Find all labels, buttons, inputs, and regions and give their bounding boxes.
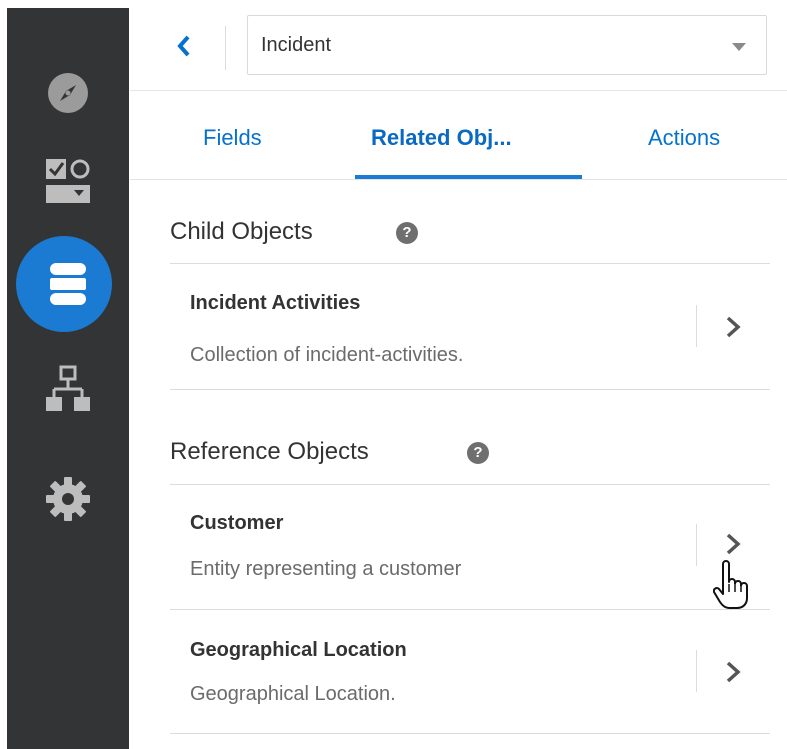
chevron-left-icon (177, 35, 190, 57)
list-item-customer[interactable]: Customer Entity representing a customer (170, 490, 770, 610)
list-item-description: Geographical Location. (190, 683, 396, 705)
tabs-divider (130, 179, 787, 180)
list-item-description: Entity representing a customer (190, 558, 462, 580)
side-navigation-rail (7, 8, 129, 749)
list-item-title: Geographical Location (190, 639, 407, 661)
tab-actions[interactable]: Actions (648, 125, 720, 151)
row-bottom-divider (170, 389, 770, 390)
object-select[interactable]: Incident (247, 15, 767, 75)
row-divider (696, 305, 697, 347)
reference-objects-heading: Reference Objects (170, 438, 369, 465)
child-objects-heading: Child Objects (170, 218, 313, 245)
tab-fields[interactable]: Fields (203, 125, 262, 151)
header-divider (225, 26, 226, 70)
hand-pointer-cursor-icon (713, 560, 748, 609)
tab-related-objects[interactable]: Related Obj... (371, 125, 512, 151)
hierarchy-icon[interactable] (7, 364, 129, 414)
chevron-right-icon[interactable] (723, 532, 743, 556)
row-divider (696, 650, 697, 692)
section-divider (170, 484, 770, 485)
back-button[interactable] (172, 33, 196, 59)
list-item-title: Incident Activities (190, 292, 361, 314)
row-divider (696, 524, 697, 566)
forms-icon[interactable] (7, 156, 129, 206)
reference-objects-help-icon[interactable]: ? (467, 442, 489, 464)
list-item-incident-activities[interactable]: Incident Activities Collection of incide… (170, 270, 770, 390)
database-icon[interactable] (7, 258, 129, 310)
chevron-right-icon[interactable] (723, 315, 743, 339)
list-item-title: Customer (190, 512, 284, 534)
chevron-right-icon[interactable] (723, 660, 743, 684)
compass-icon[interactable] (7, 70, 129, 116)
section-divider (170, 263, 770, 264)
list-item-description: Collection of incident-activities. (190, 344, 464, 366)
list-item-geographical-location[interactable]: Geographical Location Geographical Locat… (170, 610, 770, 730)
object-select-value: Incident (261, 34, 332, 56)
gear-icon[interactable] (7, 474, 129, 524)
row-bottom-divider (170, 733, 770, 734)
child-objects-help-icon[interactable]: ? (396, 222, 418, 244)
caret-down-icon (732, 43, 746, 51)
header-divider-line (130, 90, 787, 91)
